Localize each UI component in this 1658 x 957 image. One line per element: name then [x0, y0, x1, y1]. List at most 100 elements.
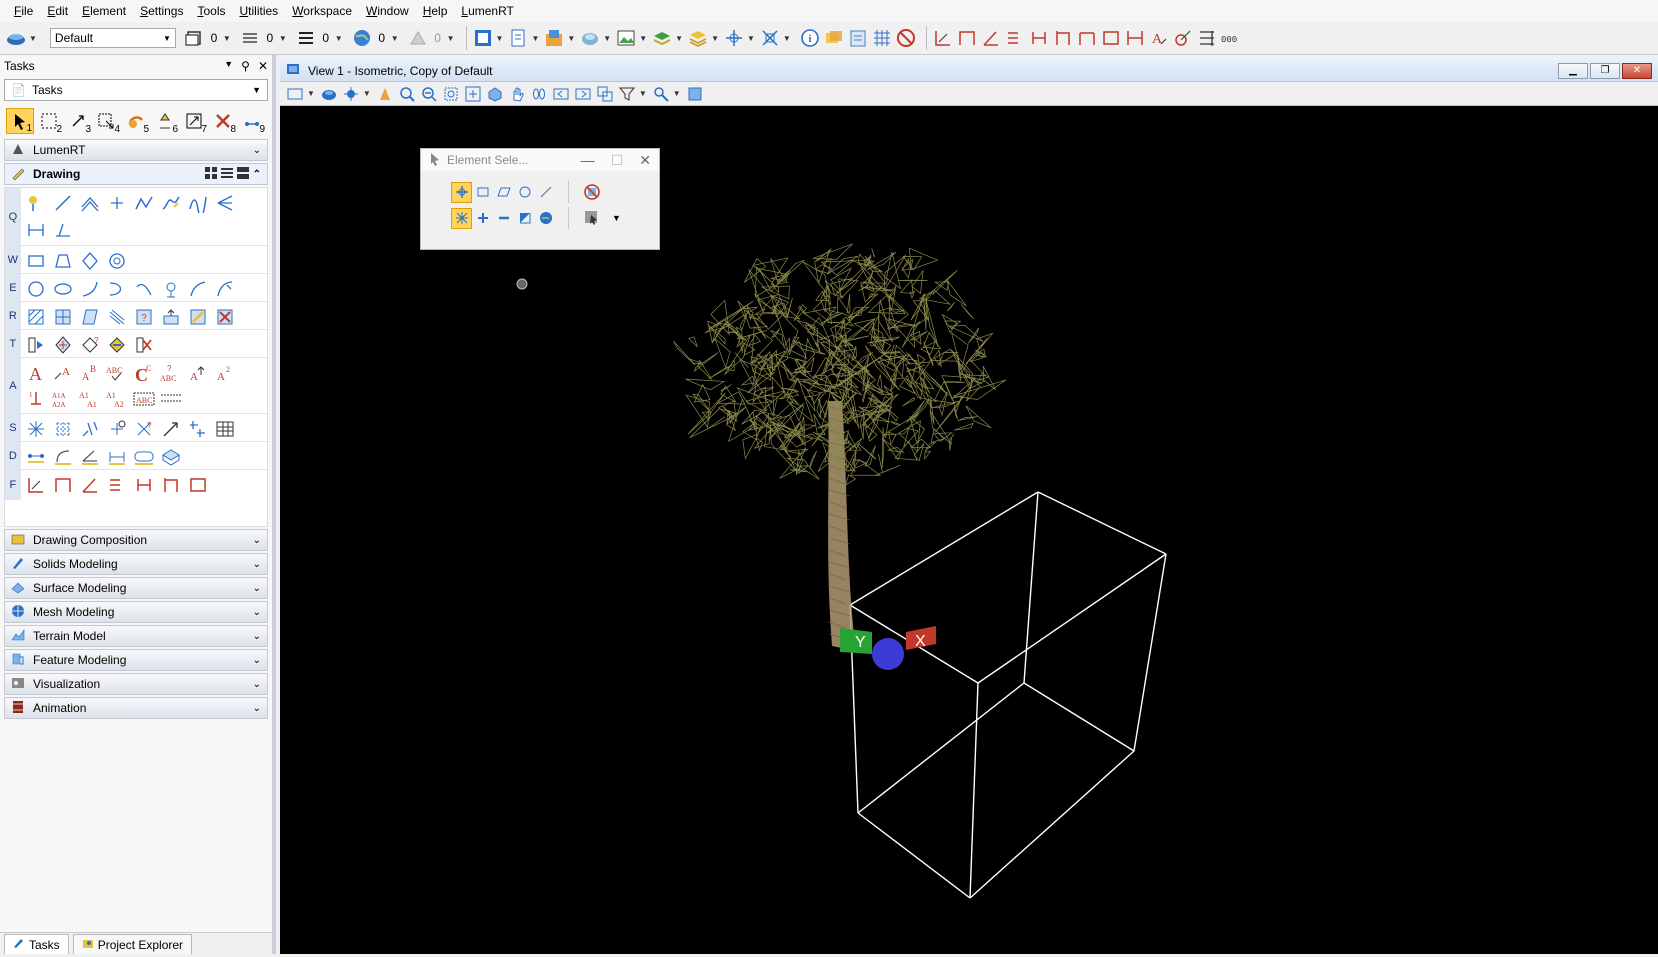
match-pattern-attributes-tool[interactable]	[158, 304, 185, 330]
place-curve-tool[interactable]	[158, 190, 185, 216]
add-mode-tool[interactable]	[472, 208, 493, 229]
analyze-element-tool[interactable]: ?	[131, 416, 158, 442]
close-icon[interactable]: ✕	[258, 59, 268, 73]
dimension-linear-tool[interactable]	[50, 472, 77, 498]
menu-lumenrt[interactable]: LumenRT	[461, 4, 513, 18]
clipboard-icon[interactable]	[847, 27, 869, 49]
define-cell-origin-tool[interactable]	[50, 332, 77, 358]
measure-area-tool[interactable]	[131, 444, 158, 470]
move-tool[interactable]: 3	[64, 108, 92, 134]
chevron-down-icon[interactable]: ▼	[747, 34, 755, 43]
close-button[interactable]: ✕	[1622, 63, 1652, 79]
place-orthogonal-shape-tool[interactable]	[77, 248, 104, 274]
place-regular-polygon-tool[interactable]	[104, 248, 131, 274]
place-arrow-tool[interactable]	[158, 416, 185, 442]
fill-in-text-fields-tool[interactable]	[158, 386, 185, 412]
copy-text-tool[interactable]: A1AA2A	[50, 386, 77, 412]
drop-cell-tool[interactable]	[131, 332, 158, 358]
chevron-down-icon[interactable]: ▼	[673, 89, 681, 98]
tab-tasks[interactable]: Tasks	[4, 934, 69, 954]
document-icon[interactable]	[507, 27, 529, 49]
measure-volume-tool[interactable]	[158, 444, 185, 470]
line-method-tool[interactable]	[535, 182, 556, 203]
text-fields-tool[interactable]: ABC	[131, 386, 158, 412]
place-cell-tool[interactable]	[23, 332, 50, 358]
dimension-location-icon[interactable]	[1052, 27, 1074, 49]
transparency-icon[interactable]	[407, 27, 429, 49]
place-stream-tool[interactable]	[131, 190, 158, 216]
crosshatch-area-tool[interactable]	[50, 304, 77, 330]
update-view-icon[interactable]	[375, 84, 395, 104]
element-template-select[interactable]: Default ▼	[50, 28, 176, 48]
tab-project-explorer[interactable]: Project Explorer	[73, 934, 192, 954]
view-attributes-icon[interactable]	[285, 84, 305, 104]
text-underline-tool[interactable]: 1	[23, 386, 50, 412]
group-drawing-composition[interactable]: Drawing Composition ⌄	[4, 529, 268, 551]
dimension-linear-icon[interactable]	[956, 27, 978, 49]
chevron-down-icon[interactable]: ▼	[675, 34, 683, 43]
menu-workspace[interactable]: Workspace	[292, 4, 352, 18]
place-smartline-tool[interactable]	[23, 190, 50, 216]
pin-icon[interactable]: ⚲	[241, 59, 250, 73]
measure-radius-tool[interactable]	[50, 444, 77, 470]
dimension-radial-icon[interactable]	[1172, 27, 1194, 49]
place-line-tool[interactable]	[50, 190, 77, 216]
invert-mode-tool[interactable]	[514, 208, 535, 229]
dimension-location-tool[interactable]	[158, 472, 185, 498]
chevron-down-icon[interactable]: ▼	[447, 34, 455, 43]
group-holes-tool[interactable]	[185, 416, 212, 442]
display-text-attributes-tool[interactable]: ?ABC	[158, 360, 185, 386]
menu-settings[interactable]: Settings	[140, 4, 183, 18]
dimension-box-tool[interactable]	[185, 472, 212, 498]
zoom-in-icon[interactable]	[397, 84, 417, 104]
snap-icon[interactable]	[723, 27, 745, 49]
chevron-down-icon[interactable]: ▼	[224, 59, 233, 73]
dimension-angle-tool[interactable]	[77, 472, 104, 498]
wireframe-box[interactable]	[850, 492, 1166, 898]
show-pattern-attributes-tool[interactable]: ?	[131, 304, 158, 330]
delete-tool[interactable]: 8	[209, 108, 237, 134]
chevron-down-icon[interactable]: ▼	[307, 89, 315, 98]
restore-button[interactable]: ❐	[1590, 63, 1620, 79]
chevron-down-icon[interactable]: ▼	[531, 34, 539, 43]
copy-view-icon[interactable]	[595, 84, 615, 104]
group-animation[interactable]: Animation ⌄	[4, 697, 268, 719]
transform-manipulator[interactable]: Y X	[840, 626, 936, 670]
chevron-down-icon[interactable]: ▼	[639, 89, 647, 98]
subtract-mode-tool[interactable]	[493, 208, 514, 229]
group-terrain-model[interactable]: Terrain Model ⌄	[4, 625, 268, 647]
rotate-view-icon[interactable]	[485, 84, 505, 104]
dimension-ordinate-icon[interactable]	[1004, 27, 1026, 49]
circle-method-tool[interactable]	[514, 182, 535, 203]
element-selection-tool[interactable]: 1	[6, 108, 34, 134]
lighting-icon[interactable]	[341, 84, 361, 104]
change-pattern-tool[interactable]	[185, 304, 212, 330]
level-icon[interactable]	[183, 27, 205, 49]
minimize-icon[interactable]: —	[581, 152, 595, 169]
toggle-icon[interactable]	[685, 84, 705, 104]
dimension-box-icon[interactable]	[1100, 27, 1122, 49]
dimension-element-tool[interactable]	[23, 472, 50, 498]
dimension-size-tool[interactable]	[131, 472, 158, 498]
menu-help[interactable]: Help	[423, 4, 448, 18]
detail-view-icon[interactable]	[237, 167, 249, 182]
clip-volume-icon[interactable]	[651, 84, 671, 104]
color-icon[interactable]	[239, 27, 261, 49]
info-icon[interactable]: i	[799, 27, 821, 49]
image-icon[interactable]	[615, 27, 637, 49]
dimension-chain-icon[interactable]	[1124, 27, 1146, 49]
globe-icon[interactable]	[351, 27, 373, 49]
chevron-down-icon[interactable]: ▼	[711, 34, 719, 43]
display-style-icon[interactable]	[319, 84, 339, 104]
scale-tool[interactable]: 6	[151, 108, 179, 134]
chevron-down-icon[interactable]: ▼	[223, 34, 231, 43]
menu-tools[interactable]: Tools	[197, 4, 225, 18]
create-complex-chain-tool[interactable]	[77, 416, 104, 442]
layers-icon[interactable]	[687, 27, 709, 49]
measure-tool[interactable]: 9	[238, 108, 266, 134]
place-half-ellipse-tool[interactable]	[104, 276, 131, 302]
walk-icon[interactable]	[529, 84, 549, 104]
modify-arc-radius-tool[interactable]	[158, 276, 185, 302]
dimension-size-icon[interactable]	[1028, 27, 1050, 49]
view-previous-icon[interactable]	[551, 84, 571, 104]
